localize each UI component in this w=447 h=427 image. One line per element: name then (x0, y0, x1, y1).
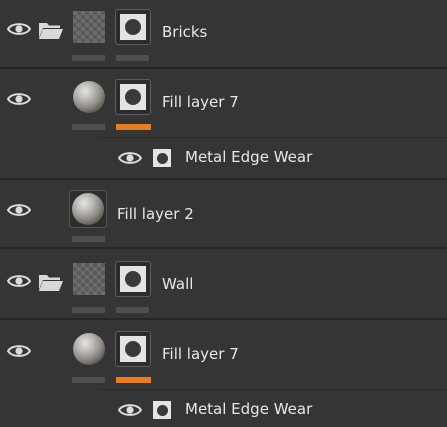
thumbnail-underbar (72, 307, 105, 313)
thumbnail-underbar (72, 124, 105, 130)
group-thumbnail (73, 263, 105, 295)
mask-thumbnail[interactable] (115, 9, 151, 45)
thumbnail-underbar (72, 377, 105, 383)
thumbnail-underbar (72, 55, 105, 61)
mask-underbar (116, 55, 149, 61)
eye-icon[interactable] (118, 150, 142, 166)
eye-icon[interactable] (118, 402, 142, 418)
folder-icon[interactable] (38, 20, 64, 40)
material-sphere (73, 81, 105, 113)
material-sphere (72, 193, 104, 225)
thumbnail-underbar (72, 236, 105, 242)
mask-thumbnail[interactable] (115, 261, 151, 297)
material-thumbnail[interactable] (69, 190, 107, 228)
eye-icon[interactable] (7, 91, 31, 107)
eye-icon[interactable] (7, 343, 31, 359)
layer-name[interactable]: Fill layer 7 (162, 93, 239, 111)
layer-row-fill-layer-7[interactable]: Fill layer 7 (0, 69, 447, 137)
effect-name[interactable]: Metal Edge Wear (185, 148, 312, 166)
mask-icon (120, 266, 146, 292)
mask-thumbnail[interactable] (115, 331, 151, 367)
mask-active-bar (116, 377, 151, 383)
material-sphere (73, 333, 105, 365)
effect-row-metal-edge-wear[interactable]: Metal Edge Wear (0, 390, 447, 427)
mask-icon (153, 149, 171, 167)
mask-icon (120, 336, 146, 362)
layer-row-wall[interactable]: Wall (0, 249, 447, 318)
layer-row-bricks[interactable]: Bricks (0, 0, 447, 67)
eye-icon[interactable] (7, 202, 31, 218)
folder-icon[interactable] (38, 272, 64, 292)
eye-icon[interactable] (7, 273, 31, 289)
effect-name[interactable]: Metal Edge Wear (185, 400, 312, 418)
layer-row-fill-layer-7[interactable]: Fill layer 7 (0, 320, 447, 389)
effect-row-metal-edge-wear[interactable]: Metal Edge Wear (0, 138, 447, 178)
layer-name[interactable]: Fill layer 7 (162, 345, 239, 363)
mask-active-bar (116, 124, 151, 130)
mask-underbar (116, 307, 149, 313)
mask-icon (120, 14, 146, 40)
mask-icon (153, 401, 171, 419)
group-thumbnail (73, 11, 105, 43)
layer-name[interactable]: Bricks (162, 23, 207, 41)
mask-thumbnail[interactable] (115, 79, 151, 115)
layer-name[interactable]: Fill layer 2 (117, 205, 194, 223)
layer-name[interactable]: Wall (162, 275, 193, 293)
eye-icon[interactable] (7, 21, 31, 37)
mask-icon (120, 84, 146, 110)
layer-row-fill-layer-2[interactable]: Fill layer 2 (0, 180, 447, 247)
